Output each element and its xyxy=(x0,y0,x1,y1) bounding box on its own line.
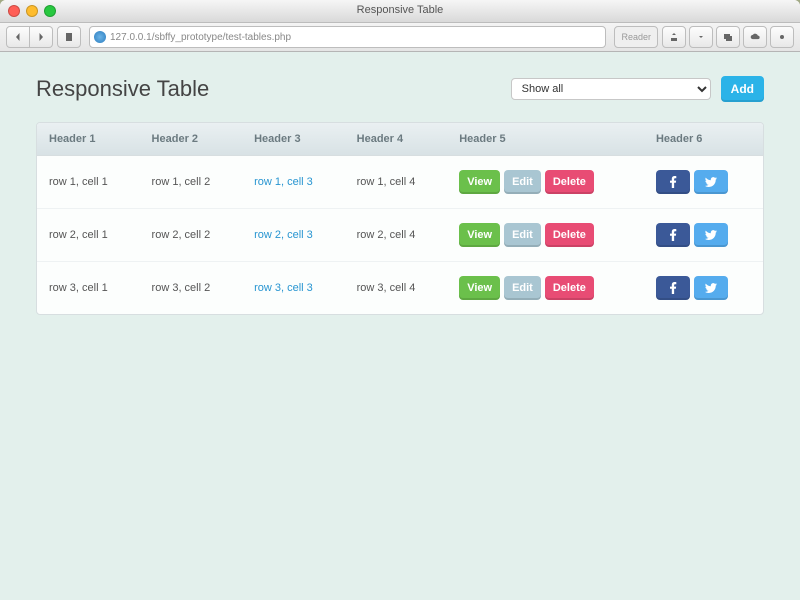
address-bar[interactable]: 127.0.0.1/sbffy_prototype/test-tables.ph… xyxy=(89,26,606,48)
delete-button[interactable]: Delete xyxy=(545,170,594,194)
twitter-button[interactable] xyxy=(694,276,728,300)
browser-window: Responsive Table 127.0.0.1/sbffy_prototy… xyxy=(0,0,800,600)
twitter-button[interactable] xyxy=(694,170,728,194)
cell-3-link[interactable]: row 3, cell 3 xyxy=(242,262,345,314)
cell-1: row 2, cell 1 xyxy=(37,209,140,262)
cell-actions: View Edit Delete xyxy=(447,262,644,314)
twitter-icon xyxy=(705,176,717,188)
download-icon xyxy=(696,32,706,42)
browser-toolbar: 127.0.0.1/sbffy_prototype/test-tables.ph… xyxy=(0,23,800,52)
gear-icon xyxy=(777,32,787,42)
facebook-button[interactable] xyxy=(656,223,690,247)
share-button[interactable] xyxy=(662,26,686,48)
social-buttons xyxy=(656,223,751,247)
cell-3-link[interactable]: row 2, cell 3 xyxy=(242,209,345,262)
social-buttons xyxy=(656,276,751,300)
tabs-button[interactable] xyxy=(716,26,740,48)
facebook-icon xyxy=(667,229,679,241)
table-row: row 3, cell 1 row 3, cell 2 row 3, cell … xyxy=(37,262,763,314)
page-content: Responsive Table Show all Add Header 1 H… xyxy=(0,52,800,339)
globe-icon xyxy=(94,31,106,43)
edit-button[interactable]: Edit xyxy=(504,276,541,300)
table-body: row 1, cell 1 row 1, cell 2 row 1, cell … xyxy=(37,156,763,314)
table-row: row 1, cell 1 row 1, cell 2 row 1, cell … xyxy=(37,156,763,209)
facebook-button[interactable] xyxy=(656,276,690,300)
col-header: Header 6 xyxy=(644,123,763,156)
forward-button[interactable] xyxy=(30,26,53,48)
col-header: Header 1 xyxy=(37,123,140,156)
delete-button[interactable]: Delete xyxy=(545,276,594,300)
col-header: Header 3 xyxy=(242,123,345,156)
twitter-icon xyxy=(705,282,717,294)
cell-4: row 3, cell 4 xyxy=(345,262,448,314)
back-button[interactable] xyxy=(6,26,30,48)
edit-button[interactable]: Edit xyxy=(504,223,541,247)
cell-3-link[interactable]: row 1, cell 3 xyxy=(242,156,345,209)
cell-social xyxy=(644,209,763,262)
filter-select[interactable]: Show all xyxy=(511,78,711,100)
social-buttons xyxy=(656,170,751,194)
table-row: row 2, cell 1 row 2, cell 2 row 2, cell … xyxy=(37,209,763,262)
action-buttons: View Edit Delete xyxy=(459,170,632,194)
cell-2: row 2, cell 2 xyxy=(140,209,243,262)
cell-4: row 2, cell 4 xyxy=(345,209,448,262)
bookmark-icon xyxy=(64,32,74,42)
window-titlebar: Responsive Table xyxy=(0,0,800,23)
action-buttons: View Edit Delete xyxy=(459,276,632,300)
settings-button[interactable] xyxy=(770,26,794,48)
cell-2: row 1, cell 2 xyxy=(140,156,243,209)
view-button[interactable]: View xyxy=(459,276,500,300)
bookmark-button[interactable] xyxy=(57,26,81,48)
toolbar-right xyxy=(662,26,794,48)
cell-1: row 3, cell 1 xyxy=(37,262,140,314)
downloads-button[interactable] xyxy=(689,26,713,48)
facebook-button[interactable] xyxy=(656,170,690,194)
cell-social xyxy=(644,156,763,209)
add-button[interactable]: Add xyxy=(721,76,764,102)
url-text: 127.0.0.1/sbffy_prototype/test-tables.ph… xyxy=(110,32,291,43)
cell-2: row 3, cell 2 xyxy=(140,262,243,314)
reader-button[interactable]: Reader xyxy=(614,26,658,48)
delete-button[interactable]: Delete xyxy=(545,223,594,247)
facebook-icon xyxy=(667,176,679,188)
twitter-icon xyxy=(705,229,717,241)
data-table: Header 1 Header 2 Header 3 Header 4 Head… xyxy=(36,122,764,315)
page-viewport[interactable]: Responsive Table Show all Add Header 1 H… xyxy=(0,52,800,600)
cell-4: row 1, cell 4 xyxy=(345,156,448,209)
tabs-icon xyxy=(723,32,733,42)
chevron-right-icon xyxy=(36,32,46,42)
view-button[interactable]: View xyxy=(459,223,500,247)
col-header: Header 2 xyxy=(140,123,243,156)
cloud-icon xyxy=(750,32,760,42)
facebook-icon xyxy=(667,282,679,294)
page-header: Responsive Table Show all Add xyxy=(36,76,764,102)
cell-social xyxy=(644,262,763,314)
cloud-button[interactable] xyxy=(743,26,767,48)
cell-actions: View Edit Delete xyxy=(447,156,644,209)
nav-button-group xyxy=(6,26,53,48)
chevron-left-icon xyxy=(13,32,23,42)
twitter-button[interactable] xyxy=(694,223,728,247)
share-icon xyxy=(669,32,679,42)
edit-button[interactable]: Edit xyxy=(504,170,541,194)
window-title: Responsive Table xyxy=(0,4,800,16)
table-header-row: Header 1 Header 2 Header 3 Header 4 Head… xyxy=(37,123,763,156)
cell-actions: View Edit Delete xyxy=(447,209,644,262)
action-buttons: View Edit Delete xyxy=(459,223,632,247)
view-button[interactable]: View xyxy=(459,170,500,194)
page-title: Responsive Table xyxy=(36,76,501,102)
col-header: Header 5 xyxy=(447,123,644,156)
table-head: Header 1 Header 2 Header 3 Header 4 Head… xyxy=(37,123,763,156)
col-header: Header 4 xyxy=(345,123,448,156)
cell-1: row 1, cell 1 xyxy=(37,156,140,209)
